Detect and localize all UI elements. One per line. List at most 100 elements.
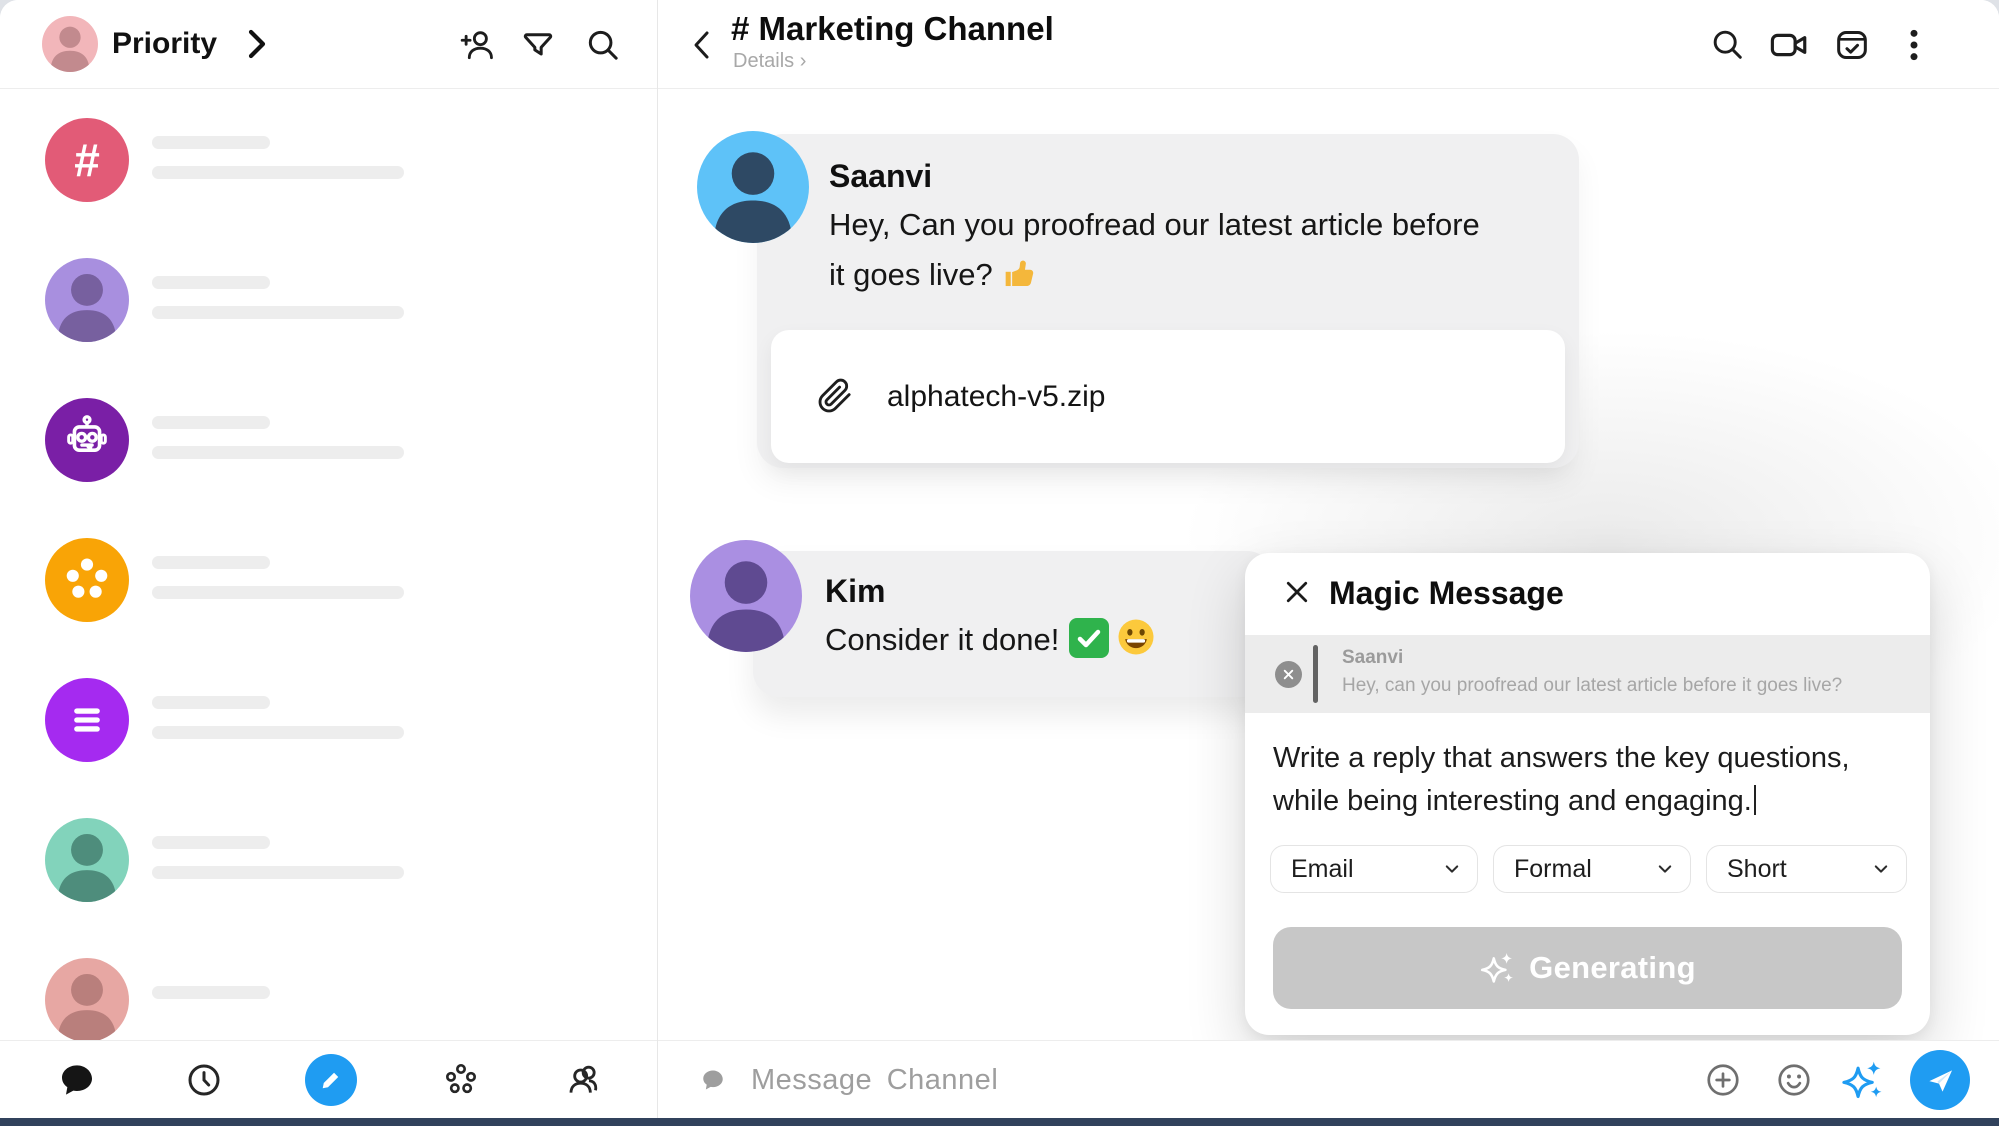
quote-author: Saanvi <box>1342 647 1403 669</box>
chat-bubble-icon <box>700 1067 726 1093</box>
paperclip-icon <box>817 378 853 414</box>
pencil-icon <box>317 1066 345 1094</box>
person-avatar <box>45 818 129 902</box>
list-avatar <box>45 678 129 762</box>
message-placeholder: Message Channel <box>751 1041 998 1118</box>
user-avatar[interactable] <box>42 16 98 72</box>
conversation-list: # <box>0 89 657 1040</box>
chat-panel: # Marketing Channel Details › Saanvi Hey… <box>658 0 1999 1118</box>
recent-clock-tab-icon[interactable] <box>184 1060 224 1100</box>
placeholder-bar <box>152 726 404 739</box>
placeholder-bar <box>152 586 404 599</box>
sidebar-title: Priority <box>112 0 217 88</box>
search-icon[interactable] <box>584 26 622 64</box>
search-icon[interactable] <box>1709 26 1746 63</box>
text-cursor <box>1754 785 1756 815</box>
app-avatar <box>45 538 129 622</box>
placeholder-bar <box>152 446 404 459</box>
close-icon <box>1282 668 1295 681</box>
send-button[interactable] <box>1910 1050 1970 1110</box>
screen-bottom-strip <box>0 1118 1999 1126</box>
message-avatar[interactable] <box>690 540 802 652</box>
add-person-icon[interactable] <box>459 26 497 64</box>
person-silhouette-icon <box>690 540 802 652</box>
tasks-icon[interactable] <box>1832 25 1872 65</box>
chevron-down-icon <box>1443 860 1461 878</box>
prompt-input[interactable]: Write a reply that answers the key quest… <box>1273 737 1909 823</box>
list-item[interactable] <box>0 790 657 930</box>
message-bubble: Saanvi Hey, Can you proofread our latest… <box>757 134 1579 468</box>
chevron-right-icon[interactable] <box>246 27 268 61</box>
message-input[interactable]: Message Channel <box>688 1041 1588 1118</box>
message-avatar[interactable] <box>697 131 809 243</box>
list-item[interactable] <box>0 650 657 790</box>
placeholder-bar <box>152 556 270 569</box>
video-call-icon[interactable] <box>1768 24 1810 66</box>
generating-button[interactable]: Generating <box>1273 927 1902 1009</box>
placeholder-bar <box>152 416 270 429</box>
grinning-face-emoji <box>1115 616 1157 658</box>
sidebar-footer-nav <box>0 1040 657 1118</box>
person-silhouette-icon <box>45 818 129 902</box>
chats-tab-icon[interactable] <box>57 1060 97 1100</box>
composer-bar: Message Channel <box>658 1040 1999 1118</box>
apps-cluster-tab-icon[interactable] <box>441 1060 481 1100</box>
channel-title: # Marketing Channel <box>731 10 1054 48</box>
app-window: Priority # <box>0 0 1999 1118</box>
length-dropdown[interactable]: Short <box>1706 845 1907 893</box>
remove-quote-button[interactable] <box>1275 661 1302 688</box>
quoted-message: Saanvi Hey, can you proofread our latest… <box>1245 635 1930 713</box>
chevron-down-icon <box>1656 860 1674 878</box>
message-author: Saanvi <box>829 158 932 195</box>
check-mark-emoji <box>1069 618 1109 658</box>
quote-bar <box>1313 645 1318 703</box>
placeholder-bar <box>152 276 270 289</box>
quote-text: Hey, can you proofread our latest articl… <box>1342 675 1842 697</box>
sidebar: Priority # <box>0 0 658 1118</box>
list-item[interactable] <box>0 510 657 650</box>
chevron-down-icon <box>1872 860 1890 878</box>
attachment-card[interactable]: alphatech-v5.zip <box>771 330 1565 463</box>
hash-icon: # <box>74 137 100 183</box>
message-author: Kim <box>825 573 885 610</box>
add-attachment-icon[interactable] <box>1704 1061 1742 1099</box>
placeholder-bar <box>152 166 404 179</box>
robot-icon <box>58 411 116 469</box>
back-chevron-icon[interactable] <box>688 28 714 62</box>
message-bubble: Kim Consider it done! <box>753 551 1273 697</box>
filter-icon[interactable] <box>519 26 557 64</box>
sparkles-icon <box>1479 950 1515 986</box>
message-list: Saanvi Hey, Can you proofread our latest… <box>658 88 1999 1040</box>
message-text: Consider it done! <box>825 615 1265 665</box>
list-item[interactable]: # <box>0 90 657 230</box>
close-icon[interactable] <box>1282 577 1312 607</box>
compose-tab-button[interactable] <box>305 1054 357 1106</box>
placeholder-bar <box>152 136 270 149</box>
format-dropdown[interactable]: Email <box>1270 845 1478 893</box>
list-item[interactable] <box>0 370 657 510</box>
chat-header: # Marketing Channel Details › <box>658 0 1999 89</box>
bot-avatar <box>45 398 129 482</box>
placeholder-bar <box>152 866 404 879</box>
kebab-menu-icon[interactable] <box>1901 25 1927 65</box>
emoji-icon[interactable] <box>1775 1061 1813 1099</box>
placeholder-bar <box>152 696 270 709</box>
list-item[interactable] <box>0 930 657 1040</box>
tone-dropdown[interactable]: Formal <box>1493 845 1691 893</box>
person-silhouette-icon <box>42 16 98 72</box>
thumbs-up-emoji <box>999 255 1037 293</box>
person-avatar <box>45 258 129 342</box>
magic-message-popup: Magic Message Saanvi Hey, can you proofr… <box>1245 553 1930 1035</box>
paper-plane-icon <box>1923 1063 1957 1097</box>
placeholder-bar <box>152 306 404 319</box>
dots-cluster-icon <box>59 552 115 608</box>
placeholder-bar <box>152 986 270 999</box>
magic-sparkles-icon[interactable] <box>1840 1058 1884 1102</box>
sidebar-header: Priority <box>0 0 657 89</box>
list-item[interactable] <box>0 230 657 370</box>
contacts-tab-icon[interactable] <box>564 1060 604 1100</box>
person-avatar <box>45 958 129 1040</box>
attachment-filename: alphatech-v5.zip <box>887 330 1105 463</box>
channel-details-link[interactable]: Details › <box>733 50 806 73</box>
channel-avatar: # <box>45 118 129 202</box>
